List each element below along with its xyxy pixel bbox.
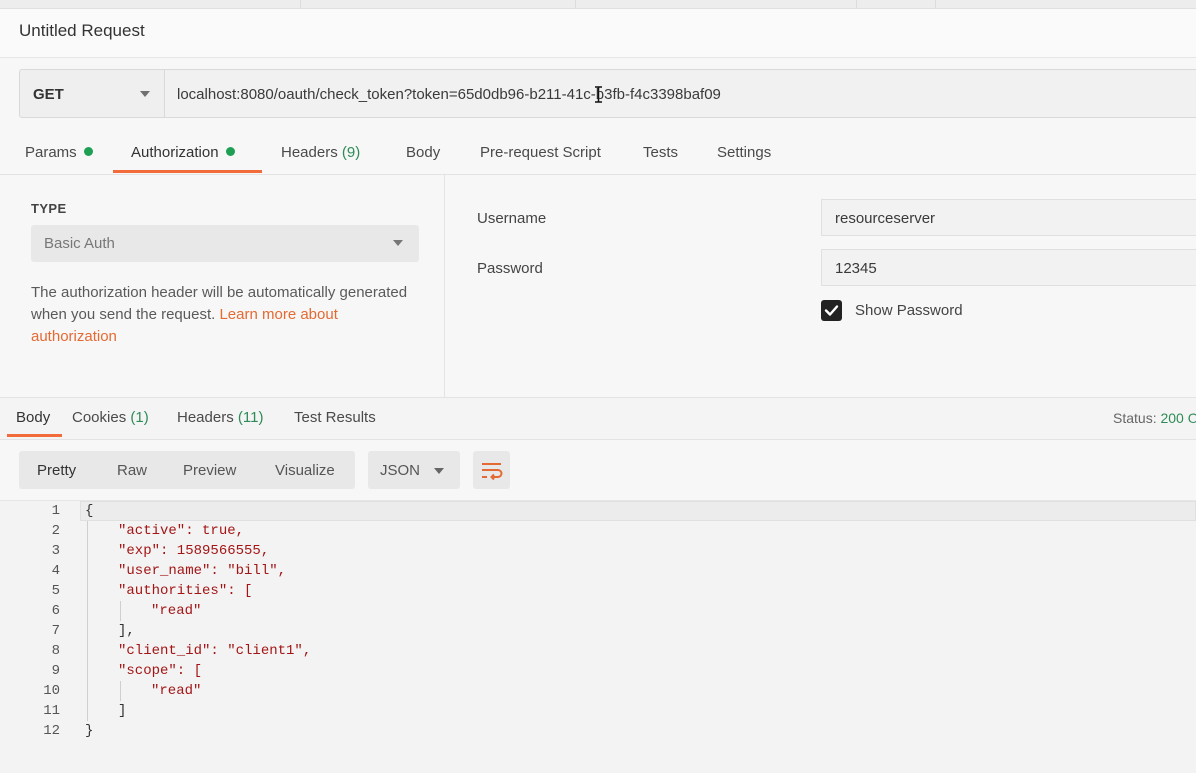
- format-value: JSON: [380, 462, 421, 479]
- chevron-down-icon: [393, 240, 403, 246]
- response-tab-cookies[interactable]: Cookies (1): [72, 409, 149, 426]
- indent-guide: [120, 601, 121, 621]
- response-tab-test-results[interactable]: Test Results: [294, 409, 376, 426]
- code-line: ],: [118, 623, 135, 639]
- response-tabs: Body Cookies (1) Headers (11) Test Resul…: [0, 397, 1196, 440]
- status-badge: Status: 200 O: [1113, 410, 1196, 426]
- code-line: {: [85, 503, 94, 519]
- password-label: Password: [477, 260, 543, 277]
- visualize-button[interactable]: Visualize: [275, 462, 335, 479]
- code-line: }: [85, 723, 94, 739]
- auth-type-select[interactable]: Basic Auth: [31, 225, 419, 262]
- line-number: 12: [43, 723, 60, 739]
- top-tab-strip: [0, 0, 1196, 9]
- tab-label: Headers: [281, 144, 338, 161]
- pretty-button[interactable]: Pretty: [37, 462, 76, 479]
- request-title-bar: Untitled Request: [0, 9, 1196, 58]
- code-line: "authorities": [: [118, 583, 253, 599]
- request-title[interactable]: Untitled Request: [19, 21, 145, 41]
- code-line: "exp": 1589566555,: [118, 543, 270, 559]
- line-number: 5: [51, 583, 60, 599]
- tab-settings[interactable]: Settings: [717, 144, 771, 161]
- line-number: 4: [51, 563, 60, 579]
- password-field[interactable]: 12345: [821, 249, 1196, 286]
- tab-params[interactable]: Params: [25, 144, 93, 161]
- wrap-lines-button[interactable]: [473, 451, 510, 489]
- code-line: "user_name": "bill",: [118, 563, 287, 579]
- request-tab[interactable]: [578, 0, 857, 8]
- response-tab-headers[interactable]: Headers (11): [177, 409, 263, 426]
- line-number: 3: [51, 543, 60, 559]
- indent-guide: [87, 521, 88, 721]
- line-number: 9: [51, 663, 60, 679]
- line-number: 8: [51, 643, 60, 659]
- raw-button[interactable]: Raw: [117, 462, 147, 479]
- current-line-highlight: [80, 501, 1196, 521]
- password-value: 12345: [835, 260, 877, 277]
- indent-guide: [120, 681, 121, 701]
- wrap-lines-icon: [482, 463, 503, 481]
- code-line: "client_id": "client1",: [118, 643, 312, 659]
- line-number: 2: [51, 523, 60, 539]
- active-tab-indicator: [113, 170, 262, 173]
- code-line: "read": [151, 683, 202, 699]
- request-tab[interactable]: [300, 0, 576, 8]
- chevron-down-icon: [434, 468, 444, 474]
- username-value: resourceserver: [835, 210, 936, 227]
- view-mode-group: Pretty Raw Preview Visualize: [19, 451, 355, 489]
- active-response-tab-indicator: [7, 434, 62, 437]
- code-line: "read": [151, 603, 202, 619]
- request-tab[interactable]: [860, 0, 936, 8]
- username-label: Username: [477, 210, 547, 227]
- auth-description: The authorization header will be automat…: [31, 282, 421, 348]
- format-select[interactable]: JSON: [368, 451, 460, 489]
- tab-label: Headers: [177, 409, 234, 426]
- response-tab-body[interactable]: Body: [16, 409, 50, 426]
- tab-count: (9): [341, 144, 361, 161]
- code-line: "scope": [: [118, 663, 203, 679]
- code-line: ]: [118, 703, 127, 719]
- request-tabs: Params Authorization Headers (9) Body Pr…: [0, 132, 1196, 175]
- status-dot-icon: [83, 147, 93, 156]
- auth-type-label: TYPE: [31, 201, 67, 216]
- request-tab[interactable]: [20, 0, 301, 8]
- status-label: Status:: [1113, 410, 1157, 426]
- url-text: localhost:8080/oauth/check_token?token=6…: [177, 86, 721, 103]
- line-number: 10: [43, 683, 60, 699]
- tab-label: Params: [25, 144, 77, 161]
- show-password-label[interactable]: Show Password: [855, 302, 963, 319]
- method-label: GET: [33, 86, 64, 103]
- response-body-editor[interactable]: [0, 500, 1196, 773]
- line-number: 11: [43, 703, 60, 719]
- tab-count: (11): [237, 409, 264, 426]
- chevron-down-icon: [140, 91, 150, 97]
- tab-authorization[interactable]: Authorization: [131, 144, 235, 161]
- tab-label: Authorization: [131, 144, 219, 161]
- line-number: 6: [51, 603, 60, 619]
- line-number: 1: [51, 503, 60, 519]
- line-number: 7: [51, 623, 60, 639]
- preview-button[interactable]: Preview: [183, 462, 236, 479]
- username-field[interactable]: resourceserver: [821, 199, 1196, 236]
- tab-label: Cookies: [72, 409, 127, 426]
- show-password-checkbox[interactable]: [821, 300, 842, 321]
- code-line: "active": true,: [118, 523, 245, 539]
- status-value: 200 O: [1160, 410, 1196, 426]
- checkmark-icon: [824, 305, 839, 316]
- tab-tests[interactable]: Tests: [643, 144, 678, 161]
- auth-type-value: Basic Auth: [44, 235, 115, 252]
- tab-headers[interactable]: Headers (9): [281, 144, 360, 161]
- status-dot-icon: [225, 147, 235, 156]
- tab-body[interactable]: Body: [406, 144, 440, 161]
- url-input[interactable]: localhost:8080/oauth/check_token?token=6…: [164, 69, 1196, 118]
- tab-prerequest-script[interactable]: Pre-request Script: [480, 144, 601, 161]
- method-select[interactable]: GET: [19, 69, 164, 118]
- text-cursor-icon: [595, 86, 602, 103]
- tab-count: (1): [130, 409, 149, 426]
